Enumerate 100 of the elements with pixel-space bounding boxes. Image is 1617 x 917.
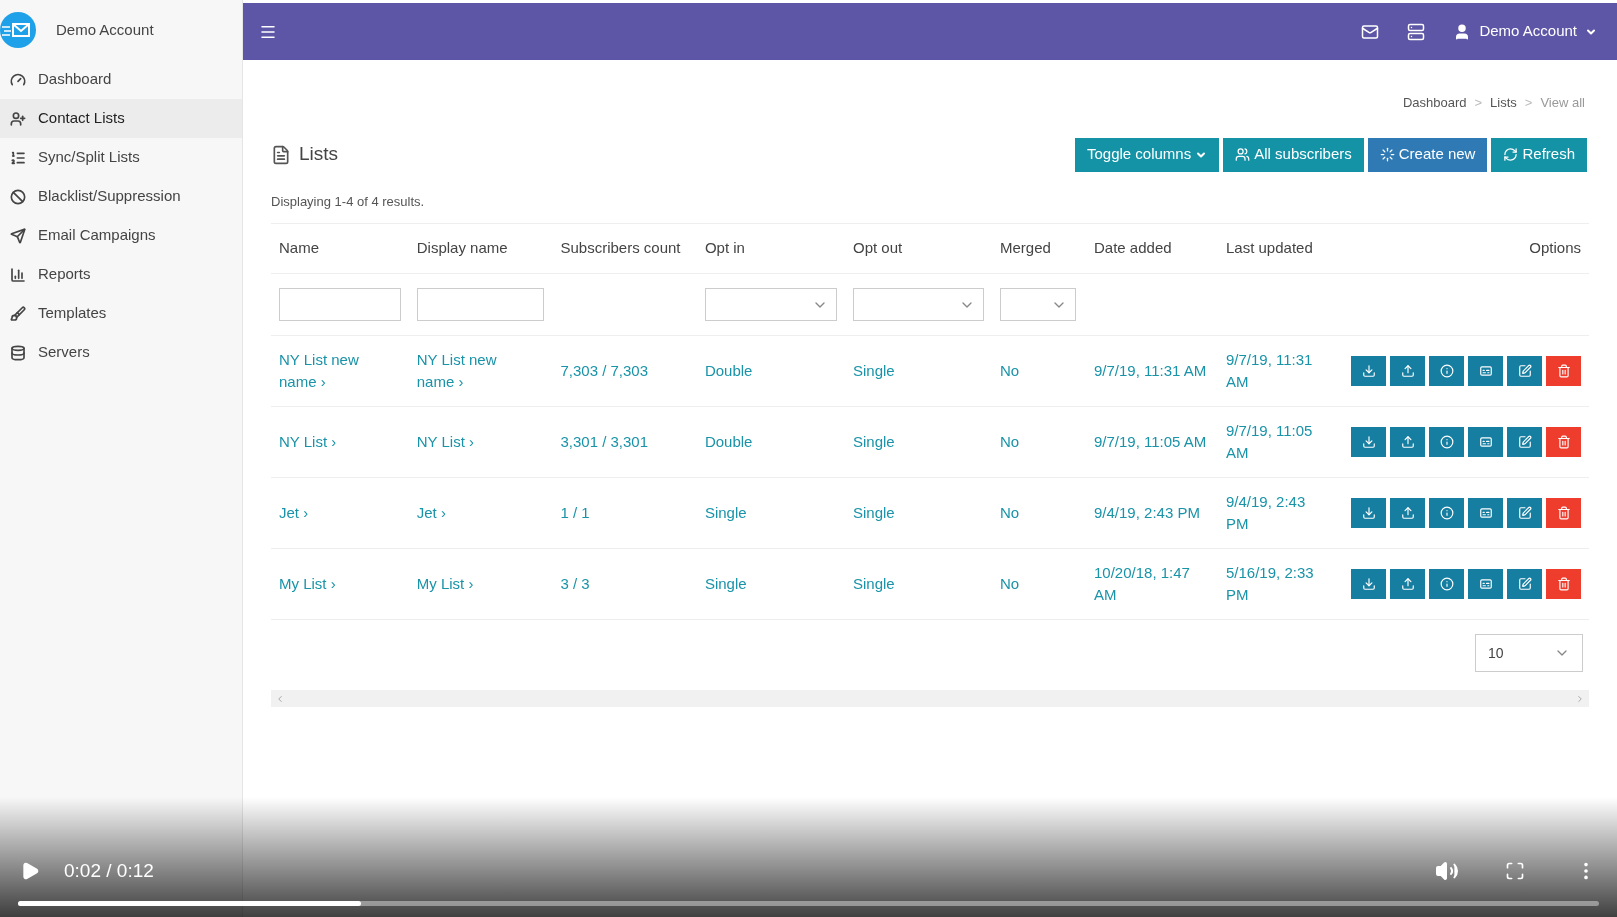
table-cell-text: 9/7/19, 11:05 AM — [1094, 432, 1208, 452]
filter-field[interactable] — [279, 288, 401, 321]
list-link[interactable]: NY List new name › — [279, 349, 379, 393]
export-icon — [1400, 506, 1415, 520]
breadcrumb-link[interactable]: Dashboard — [1402, 93, 1467, 113]
scroll-left-icon[interactable] — [275, 693, 285, 704]
sidebar-item[interactable]: Sync/Split Lists — [0, 138, 242, 177]
import-button[interactable] — [1351, 356, 1386, 386]
bar-chart-icon — [10, 266, 26, 283]
sidebar-item[interactable]: Dashboard — [0, 60, 242, 99]
export-icon — [1400, 577, 1415, 591]
scroll-right-icon[interactable] — [1575, 693, 1585, 704]
list-link[interactable]: My List › — [279, 573, 379, 595]
breadcrumb-separator: > — [1474, 94, 1483, 112]
sidebar-item[interactable]: Templates — [0, 294, 242, 333]
sidebar-item[interactable]: Servers — [0, 333, 242, 372]
import-button[interactable] — [1351, 427, 1386, 457]
edit-icon — [1517, 435, 1532, 449]
copy-button[interactable] — [1468, 356, 1503, 386]
export-button[interactable] — [1390, 498, 1425, 528]
video-progress-track[interactable] — [18, 901, 1599, 906]
table-cell-text: Single — [704, 503, 748, 523]
volume-button[interactable] — [1435, 859, 1459, 883]
server-icon[interactable] — [1407, 22, 1426, 41]
results-summary: Displaying 1-4 of 4 results. — [271, 192, 426, 211]
toggle-columns-button[interactable]: Toggle columns — [1075, 137, 1220, 172]
table-cell-text: 3 / 3 — [560, 574, 591, 594]
list-link[interactable]: Jet › — [279, 502, 379, 524]
info-button[interactable] — [1429, 356, 1464, 386]
table-cell-text: 3,301 / 3,301 — [560, 432, 650, 452]
table-cell-text: Single — [853, 361, 896, 381]
list-link[interactable]: My List › — [416, 573, 517, 595]
fullscreen-button[interactable] — [1505, 861, 1525, 881]
list-link[interactable]: NY List new name › — [416, 349, 517, 393]
trash-icon — [1556, 577, 1571, 591]
sidebar-item[interactable]: Blacklist/Suppression — [0, 177, 242, 216]
delete-button[interactable] — [1546, 498, 1581, 528]
play-button[interactable] — [20, 861, 40, 881]
copy-icon — [1478, 435, 1493, 449]
horizontal-scrollbar[interactable] — [271, 690, 1589, 707]
table-cell-text: Single — [853, 503, 896, 523]
filter-field[interactable] — [416, 288, 545, 321]
export-button[interactable] — [1390, 569, 1425, 599]
edit-button[interactable] — [1507, 498, 1542, 528]
edit-button[interactable] — [1507, 569, 1542, 599]
import-icon — [1361, 577, 1376, 591]
copy-button[interactable] — [1468, 569, 1503, 599]
delete-button[interactable] — [1546, 427, 1581, 457]
copy-button[interactable] — [1468, 498, 1503, 528]
create-button[interactable]: Create new — [1367, 137, 1488, 172]
list-link[interactable]: Jet › — [416, 502, 517, 524]
info-button[interactable] — [1429, 498, 1464, 528]
breadcrumb-separator: > — [1524, 94, 1533, 112]
list-link[interactable]: NY List › — [416, 431, 517, 453]
export-button[interactable] — [1390, 427, 1425, 457]
page-size-select[interactable]: 10 — [1475, 634, 1583, 672]
table-cell-text: Single — [704, 574, 748, 594]
table-cell-text: No — [1000, 574, 1021, 594]
import-button[interactable] — [1351, 498, 1386, 528]
column-header: Display name — [416, 239, 508, 257]
filter-select[interactable] — [1000, 288, 1077, 321]
breadcrumb-link[interactable]: Lists — [1490, 93, 1517, 113]
import-icon — [1361, 435, 1376, 449]
sidebar-item[interactable]: Email Campaigns — [0, 216, 242, 255]
filter-select[interactable] — [704, 288, 837, 321]
mail-icon[interactable] — [1361, 22, 1380, 41]
edit-button[interactable] — [1507, 427, 1542, 457]
users-icon — [1235, 147, 1251, 162]
column-header: Last updated — [1226, 239, 1313, 257]
column-header: Options — [1529, 239, 1581, 257]
table-cell-text: 9/4/19, 2:43 PM — [1226, 492, 1307, 534]
user-menu[interactable]: Demo Account — [1453, 20, 1597, 43]
sidebar-item[interactable]: Reports — [0, 255, 242, 294]
info-button[interactable] — [1429, 427, 1464, 457]
spinner-icon — [1379, 147, 1395, 162]
list-link[interactable]: NY List › — [279, 431, 379, 453]
table-cell-text: No — [1000, 432, 1021, 452]
subscribers-button[interactable]: All subscribers — [1223, 137, 1364, 172]
gauge-icon — [10, 71, 26, 88]
delete-button[interactable] — [1546, 356, 1581, 386]
column-header: Name — [279, 239, 319, 257]
database-icon — [10, 344, 26, 361]
copy-icon — [1478, 577, 1493, 591]
table-cell-text: No — [1000, 503, 1021, 523]
edit-button[interactable] — [1507, 356, 1542, 386]
import-button[interactable] — [1351, 569, 1386, 599]
video-time: 0:02 / 0:12 — [64, 858, 154, 883]
column-header: Merged — [1000, 239, 1051, 257]
sidebar-item[interactable]: Contact Lists — [0, 99, 242, 138]
filter-select[interactable] — [853, 288, 985, 321]
delete-button[interactable] — [1546, 569, 1581, 599]
table-cell-text: Double — [704, 361, 754, 381]
copy-button[interactable] — [1468, 427, 1503, 457]
trash-icon — [1556, 364, 1571, 378]
export-button[interactable] — [1390, 356, 1425, 386]
edit-icon — [1517, 506, 1532, 520]
edit-icon — [1517, 364, 1532, 378]
refresh-button[interactable]: Refresh — [1491, 137, 1587, 172]
info-icon — [1439, 435, 1454, 449]
info-button[interactable] — [1429, 569, 1464, 599]
